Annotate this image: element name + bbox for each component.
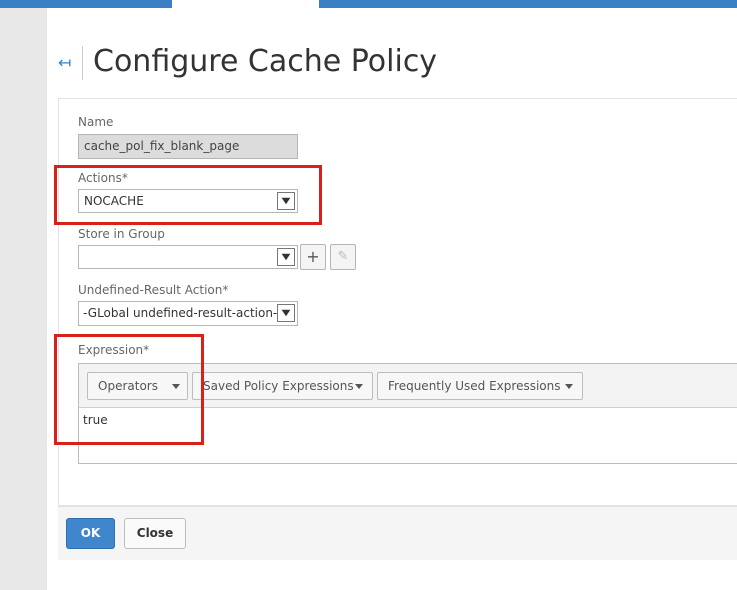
undefined-result-action-value: -GLobal undefined-result-action- [83, 306, 278, 320]
active-nav-tab[interactable] [172, 0, 319, 8]
top-nav-bar [0, 0, 737, 8]
close-button[interactable]: Close [124, 518, 186, 549]
title-divider [82, 46, 83, 80]
chevron-down-icon [565, 384, 573, 389]
plus-icon: + [306, 247, 320, 266]
chevron-down-icon[interactable] [277, 248, 295, 266]
name-label: Name [78, 115, 114, 129]
name-field[interactable]: cache_pol_fix_blank_page [78, 134, 298, 159]
undefined-result-action-label: Undefined-Result Action* [78, 283, 229, 297]
frequently-used-expressions-dropdown[interactable]: Frequently Used Expressions [377, 372, 583, 400]
chevron-down-icon[interactable] [277, 304, 295, 322]
pencil-icon: ✎ [337, 249, 349, 264]
frequently-used-expressions-label: Frequently Used Expressions [388, 379, 561, 393]
highlight-box-actions [54, 165, 322, 225]
saved-policy-expressions-label: Saved Policy Expressions [203, 379, 354, 393]
store-in-group-label: Store in Group [78, 227, 165, 241]
page-title: Configure Cache Policy [93, 44, 438, 79]
undefined-result-action-select[interactable]: -GLobal undefined-result-action- [78, 301, 298, 326]
store-in-group-select[interactable] [78, 245, 298, 269]
highlight-box-expression [54, 334, 204, 445]
add-group-button[interactable]: + [300, 244, 326, 270]
saved-policy-expressions-dropdown[interactable]: Saved Policy Expressions [192, 372, 373, 400]
ok-button[interactable]: OK [66, 518, 115, 549]
edit-group-button[interactable]: ✎ [330, 244, 356, 270]
back-arrow-icon[interactable]: ↤ [58, 53, 71, 72]
chevron-down-icon [355, 384, 363, 389]
